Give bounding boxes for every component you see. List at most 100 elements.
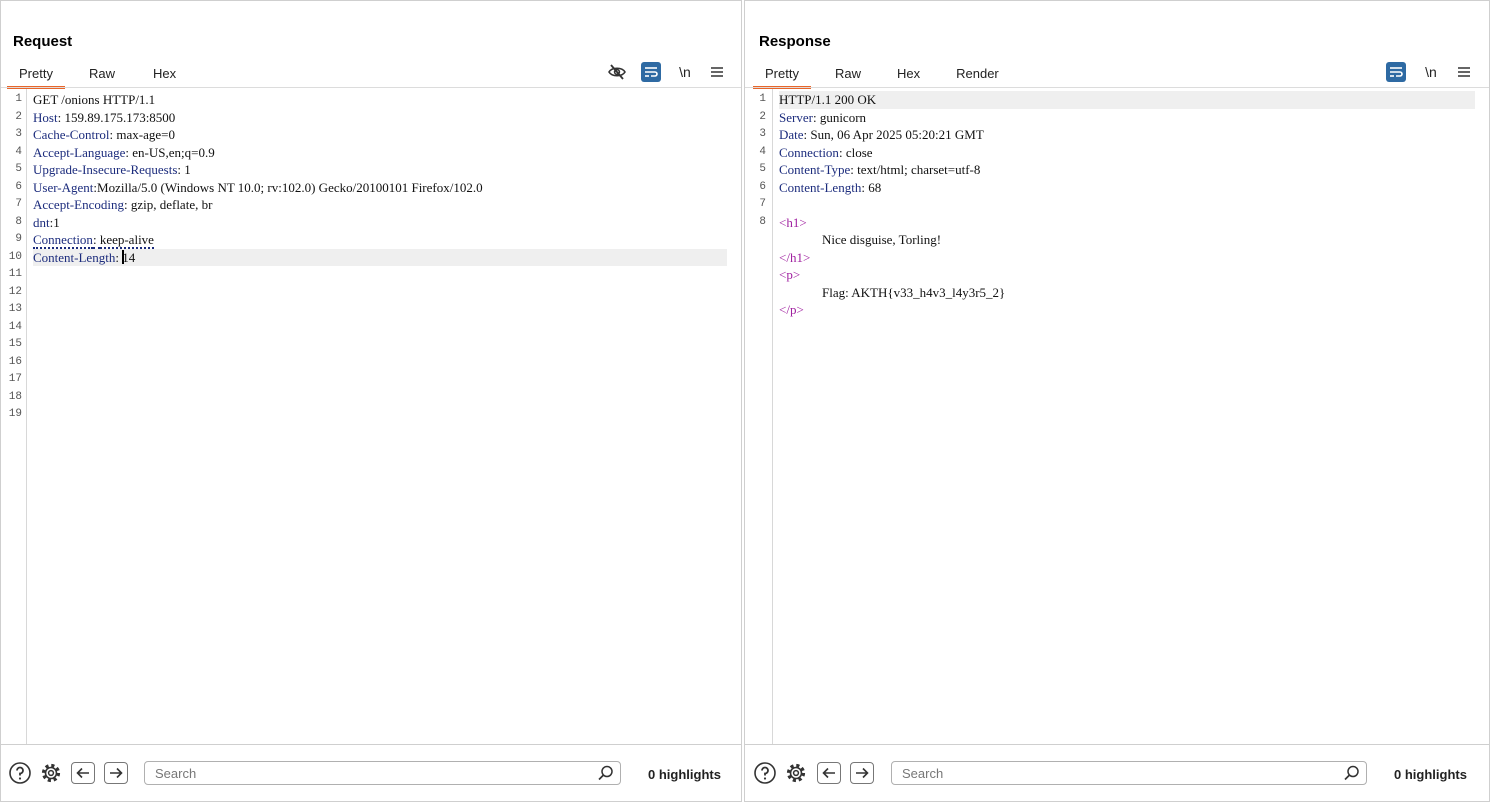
header-key: Date — [779, 127, 804, 142]
line-number: 16 — [8, 355, 22, 368]
tabs-divider — [1, 87, 741, 88]
response-tab-hex[interactable]: Hex — [885, 63, 932, 86]
header-key: Host — [33, 109, 58, 125]
show-newlines-button[interactable]: \n — [674, 61, 696, 83]
tabs-divider — [745, 87, 1489, 88]
header-value: gunicorn — [819, 109, 867, 125]
back-button[interactable] — [71, 762, 95, 784]
settings-button[interactable] — [39, 761, 63, 785]
settings-button[interactable] — [784, 761, 808, 785]
word-wrap-button[interactable] — [641, 62, 661, 82]
menu-button[interactable] — [1453, 61, 1475, 83]
line-number: 2 — [15, 110, 22, 123]
line-number: 7 — [15, 198, 22, 210]
line-number: 14 — [8, 320, 22, 333]
line-number: 10 — [8, 250, 22, 263]
response-header-line: Content-Type: text/html; charset=utf-8 — [779, 162, 981, 177]
hide-nonprintable-button[interactable] — [605, 61, 629, 83]
html-p-text: Flag: AKTH{v33_h4v3_l4y3r5_2} — [822, 284, 1006, 300]
request-tabs: Pretty Raw Hex — [7, 63, 188, 89]
request-tab-hex[interactable]: Hex — [141, 63, 188, 86]
gear-icon — [786, 763, 806, 783]
request-header-line: dnt:1 — [33, 214, 60, 230]
line-number: 15 — [8, 338, 22, 350]
request-tab-pretty[interactable]: Pretty — [7, 63, 65, 89]
response-header-line: Server: gunicorn — [779, 109, 867, 125]
response-tab-render[interactable]: Render — [944, 63, 1011, 86]
wrap-icon — [1390, 67, 1403, 77]
html-p-close: </p> — [779, 302, 804, 317]
forward-button[interactable] — [850, 762, 874, 784]
response-editor[interactable]: 1 2 3 4 5 6 7 8 HTTP/1.1 200 OK Server: … — [745, 89, 1489, 745]
response-tabs: Pretty Raw Hex Render — [753, 63, 1011, 89]
line-number: 8 — [759, 215, 766, 228]
line-number: 19 — [8, 408, 22, 420]
help-button[interactable] — [8, 761, 32, 785]
request-tab-raw[interactable]: Raw — [77, 63, 127, 86]
arrow-right-icon — [110, 767, 123, 779]
request-line: GET /onions HTTP/1.1 — [33, 91, 727, 109]
show-newlines-button[interactable]: \n — [1420, 61, 1442, 83]
request-header-line: Connection: keep-alive — [33, 232, 154, 249]
header-key: Connection — [779, 144, 839, 160]
header-value: Sun, 06 Apr 2025 05:20:21 GMT — [810, 127, 984, 142]
request-editor[interactable]: 1 2 3 4 5 6 7 8 9 10 11 12 13 14 15 16 1… — [1, 89, 741, 745]
status-line: HTTP/1.1 200 OK — [779, 91, 1475, 109]
header-key: Accept-Language — [33, 144, 126, 160]
request-header-line: Upgrade-Insecure-Requests: 1 — [33, 162, 191, 177]
response-footer: 0 highlights — [745, 744, 1489, 801]
line-number: 1 — [15, 93, 22, 105]
help-icon — [754, 762, 776, 784]
request-pane: Request Pretty Raw Hex \n 1 2 3 4 5 6 7 — [0, 0, 742, 802]
header-value: gzip, deflate, br — [130, 197, 213, 212]
response-pane: Response Pretty Raw Hex Render \n 1 2 3 … — [744, 0, 1490, 802]
request-search-input[interactable] — [144, 761, 621, 785]
forward-button[interactable] — [104, 762, 128, 784]
back-button[interactable] — [817, 762, 841, 784]
tag-name: h1 — [786, 214, 800, 230]
request-line-text: GET /onions HTTP/1.1 — [33, 92, 156, 107]
tag-name: /h1 — [786, 249, 803, 265]
html-h1-close: </h1> — [779, 249, 811, 265]
request-header-line: Host: 159.89.175.173:8500 — [33, 109, 176, 125]
header-key: Server — [779, 109, 813, 125]
tag-name: /p — [786, 302, 797, 317]
arrow-left-icon — [822, 767, 835, 779]
header-value: max-age=0 — [116, 127, 176, 142]
line-number: 18 — [8, 390, 22, 403]
menu-button[interactable] — [706, 61, 728, 83]
eye-slash-icon — [608, 64, 626, 80]
line-number: 3 — [15, 128, 22, 140]
search-icon — [1344, 765, 1359, 781]
line-number: 17 — [8, 373, 22, 385]
html-p-open: <p> — [779, 267, 801, 282]
highlights-count: 0 highlights — [1394, 767, 1467, 782]
arrow-right-icon — [856, 767, 869, 779]
help-button[interactable] — [753, 761, 777, 785]
line-number: 3 — [759, 128, 766, 140]
line-number-gutter: 1 2 3 4 5 6 7 8 9 10 11 12 13 14 15 16 1… — [1, 89, 27, 745]
header-key: Connection — [33, 232, 93, 249]
response-tab-raw[interactable]: Raw — [823, 63, 873, 86]
status-line-text: HTTP/1.1 200 OK — [779, 92, 877, 107]
header-value: 68 — [868, 179, 882, 195]
header-value: en-US,en;q=0.9 — [132, 144, 215, 160]
response-search-input[interactable] — [891, 761, 1367, 785]
html-h1-open: <h1> — [779, 214, 807, 230]
word-wrap-button[interactable] — [1386, 62, 1406, 82]
request-header-line: Cache-Control: max-age=0 — [33, 127, 176, 142]
arrow-left-icon — [76, 767, 89, 779]
line-number: 11 — [8, 268, 22, 280]
line-number: 6 — [759, 180, 766, 193]
header-key: Content-Length — [779, 179, 862, 195]
response-tab-pretty[interactable]: Pretty — [753, 63, 811, 89]
header-key: Cache-Control — [33, 127, 110, 142]
search-icon — [598, 765, 613, 781]
request-header-line-current: Content-Length: 14 — [33, 248, 727, 266]
header-key: Content-Type — [779, 162, 851, 177]
header-value: keep-alive — [99, 232, 154, 249]
header-value: 1 — [184, 162, 191, 177]
line-number: 2 — [759, 110, 766, 123]
html-h1-text: Nice disguise, Torling! — [822, 232, 942, 247]
line-number: 5 — [759, 163, 766, 175]
